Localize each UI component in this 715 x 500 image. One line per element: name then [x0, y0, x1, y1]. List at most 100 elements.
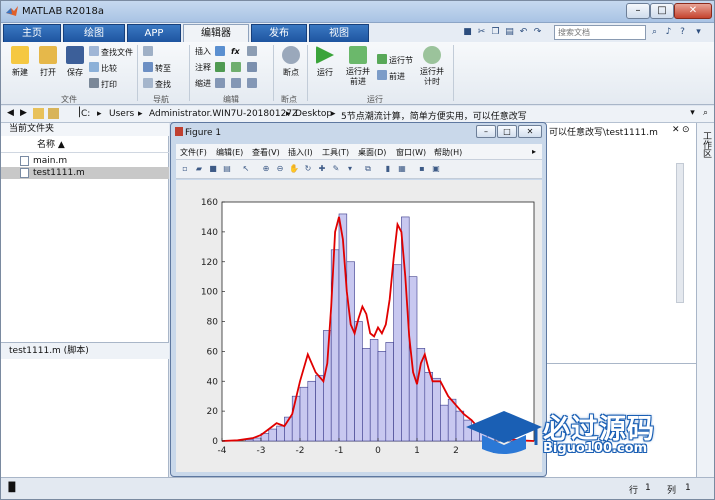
- open-button[interactable]: 打开: [35, 46, 61, 78]
- figure-icon: [175, 127, 183, 136]
- tab-editor[interactable]: 编辑器: [183, 24, 249, 42]
- run-and-time-button[interactable]: 运行并计时: [417, 46, 447, 87]
- find-button[interactable]: 查找: [143, 78, 171, 90]
- fx-button[interactable]: fx: [231, 46, 240, 58]
- compare-button[interactable]: 比较: [89, 62, 117, 74]
- save-quick-icon[interactable]: ■: [461, 26, 474, 39]
- indent-icon: [215, 78, 225, 88]
- zoom-in-icon[interactable]: ⊕: [260, 163, 272, 175]
- uncomment-button[interactable]: [231, 62, 243, 74]
- run-section-button[interactable]: 运行节: [377, 54, 413, 66]
- zoom-out-icon[interactable]: ⊖: [274, 163, 286, 175]
- menu-window[interactable]: 窗口(W): [396, 147, 426, 158]
- pointer-icon[interactable]: ↖: [240, 163, 252, 175]
- breadcrumb-users[interactable]: Users: [109, 109, 134, 119]
- brush-icon[interactable]: ✎: [330, 163, 342, 175]
- wrap-comment-button[interactable]: [247, 62, 259, 74]
- menu-desktop[interactable]: 桌面(D): [358, 147, 386, 158]
- menu-file[interactable]: 文件(F): [180, 147, 207, 158]
- advance-button[interactable]: 前进: [377, 70, 405, 82]
- cut-icon[interactable]: ✂: [475, 26, 488, 39]
- arrow-left-icon: [143, 46, 153, 56]
- increase-indent-button[interactable]: [231, 78, 243, 90]
- breakpoints-button[interactable]: 断点: [279, 46, 303, 78]
- up-folder-icon[interactable]: [33, 108, 44, 119]
- figure-close-button[interactable]: ✕: [518, 125, 542, 138]
- close-button[interactable]: ✕: [674, 3, 712, 19]
- minimize-button[interactable]: –: [626, 3, 650, 19]
- back-nav-button[interactable]: [143, 46, 155, 58]
- browse-folder-icon[interactable]: [48, 108, 59, 119]
- details-bar[interactable]: test1111.m (脚本): [1, 342, 169, 359]
- copy-icon[interactable]: ❐: [489, 26, 502, 39]
- help-icon[interactable]: ?: [676, 26, 689, 39]
- rotate-icon[interactable]: ↻: [302, 163, 314, 175]
- menu-view[interactable]: 查看(V): [252, 147, 280, 158]
- chevron-down-icon[interactable]: ▾: [692, 26, 705, 39]
- forward-arrow-icon[interactable]: ▶: [18, 108, 29, 119]
- hide-plot-tools-icon[interactable]: ▪: [416, 163, 428, 175]
- open-file-icon[interactable]: ▰: [193, 163, 205, 175]
- breadcrumb-desktop[interactable]: Desktop: [295, 109, 332, 119]
- tab-publish[interactable]: 发布: [251, 24, 307, 42]
- figure-minimize-button[interactable]: –: [476, 125, 496, 138]
- insert-button[interactable]: 插入: [195, 46, 211, 58]
- tab-view[interactable]: 视图: [309, 24, 369, 42]
- maximize-button[interactable]: □: [650, 3, 674, 19]
- tab-plots[interactable]: 绘图: [63, 24, 125, 42]
- smart-indent-button[interactable]: [215, 78, 227, 90]
- back-arrow-icon[interactable]: ◀: [5, 108, 16, 119]
- run-and-advance-button[interactable]: 运行并前进: [343, 46, 373, 87]
- close-editor-icon[interactable]: ✕: [672, 125, 680, 135]
- breadcrumb-separator: ▸: [286, 109, 291, 119]
- y-tick-label: 160: [201, 198, 218, 208]
- undo-icon[interactable]: ↶: [517, 26, 530, 39]
- find-files-button[interactable]: 查找文件: [89, 46, 133, 58]
- pan-icon[interactable]: ✋: [288, 163, 300, 175]
- save-figure-icon[interactable]: ■: [207, 163, 219, 175]
- menu-help[interactable]: 帮助(H): [434, 147, 462, 158]
- figure-maximize-button[interactable]: □: [497, 125, 517, 138]
- decrease-indent-button[interactable]: [247, 78, 259, 90]
- menu-edit[interactable]: 编辑(E): [216, 147, 243, 158]
- bell-icon[interactable]: ♪: [662, 26, 675, 39]
- menu-tools[interactable]: 工具(T): [322, 147, 349, 158]
- breadcrumb-user-folder[interactable]: Administrator.WIN7U-20180127Z: [149, 109, 298, 119]
- file-name: test1111.m: [33, 168, 85, 178]
- editor-scrollbar[interactable]: [676, 163, 684, 303]
- tab-apps[interactable]: APP: [127, 24, 181, 42]
- insert-section-button[interactable]: [215, 46, 227, 58]
- save-button[interactable]: 保存: [63, 46, 87, 78]
- print-button[interactable]: 打印: [89, 78, 117, 90]
- file-item-test1111[interactable]: test1111.m: [1, 167, 169, 179]
- file-item-main[interactable]: main.m: [1, 155, 169, 167]
- tab-home[interactable]: 主页: [3, 24, 61, 42]
- go-to-button[interactable]: 转至: [143, 62, 171, 74]
- breadcrumb-drive[interactable]: C:: [81, 109, 90, 119]
- menu-insert[interactable]: 插入(I): [288, 147, 313, 158]
- insert-function-button[interactable]: [247, 46, 259, 58]
- link-plot-icon[interactable]: ⧉: [362, 163, 374, 175]
- panel-menu-icon[interactable]: ⊙: [682, 125, 690, 135]
- new-button[interactable]: 新建: [7, 46, 33, 78]
- new-figure-icon[interactable]: ▫: [179, 163, 191, 175]
- colorbar-icon[interactable]: ▮: [382, 163, 394, 175]
- indent-button[interactable]: 缩进: [195, 78, 211, 90]
- comment-toggle-button[interactable]: [215, 62, 227, 74]
- search-documentation-input[interactable]: 搜索文档: [554, 25, 646, 40]
- run-button[interactable]: 运行: [313, 46, 337, 78]
- print-figure-icon[interactable]: ▤: [221, 163, 233, 175]
- comment-button[interactable]: 注释: [195, 62, 211, 74]
- brush-dropdown-icon[interactable]: ▾: [344, 163, 356, 175]
- redo-icon[interactable]: ↷: [531, 26, 544, 39]
- search-icon[interactable]: ⌕: [700, 108, 711, 119]
- menu-expand-icon[interactable]: ▸: [532, 147, 536, 156]
- breadcrumb-project[interactable]: 5节点潮流计算，简单方便实用，可以任意改写: [341, 109, 527, 122]
- search-icon[interactable]: ⌕: [648, 26, 661, 39]
- name-column-header[interactable]: 名称 ▲: [1, 137, 169, 153]
- legend-icon[interactable]: ▦: [396, 163, 408, 175]
- data-cursor-icon[interactable]: ✚: [316, 163, 328, 175]
- paste-icon[interactable]: ▤: [503, 26, 516, 39]
- show-plot-tools-icon[interactable]: ▣: [430, 163, 442, 175]
- address-dropdown-icon[interactable]: ▾: [687, 108, 698, 119]
